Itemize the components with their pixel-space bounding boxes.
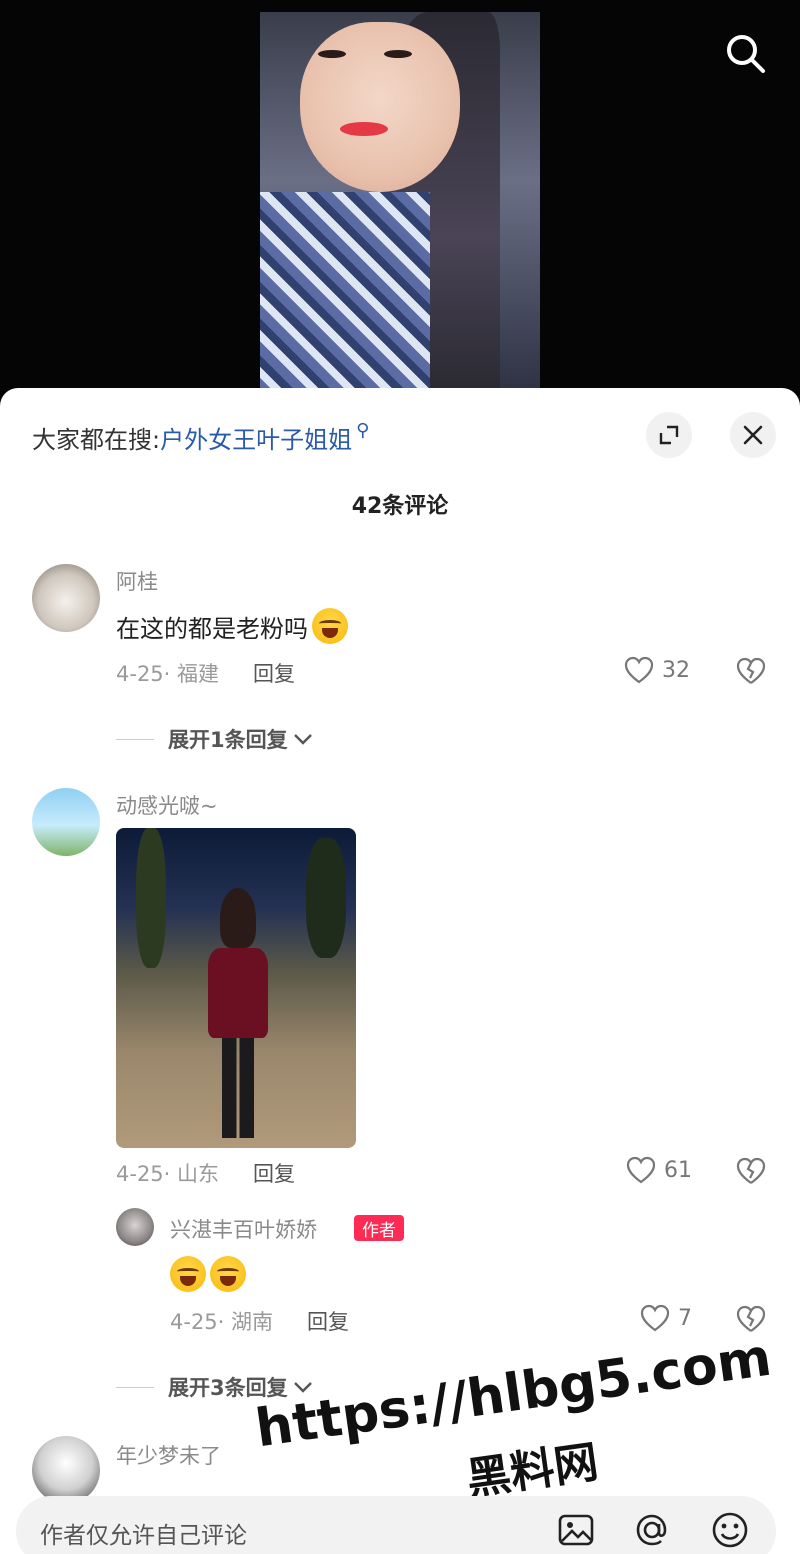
crying-laughing-emoji-icon — [210, 1256, 246, 1292]
video-frame — [260, 12, 540, 388]
heart-icon — [624, 656, 654, 684]
reply-text — [170, 1254, 246, 1294]
expand-replies[interactable]: 展开1条回复 — [116, 724, 314, 754]
emoji-icon[interactable] — [710, 1510, 750, 1550]
reply-username[interactable]: 兴湛丰百叶娇娇 — [170, 1214, 317, 1244]
expand-button[interactable] — [646, 412, 692, 458]
comment-username[interactable]: 动感光啵~ — [116, 790, 218, 820]
trending-keyword[interactable]: 户外女王叶子姐姐 — [160, 420, 352, 455]
comment-date-region: 4-25· 山东 — [116, 1162, 220, 1186]
comment-count: 42条评论 — [351, 494, 449, 519]
broken-heart-icon — [736, 657, 766, 684]
heart-icon — [626, 1156, 656, 1184]
reply-button[interactable]: 回复 — [253, 658, 295, 688]
broken-heart-icon — [736, 1157, 766, 1184]
comment-date-region: 4-25· 福建 — [116, 662, 220, 686]
comment-username[interactable]: 阿桂 — [116, 566, 158, 596]
crying-laughing-emoji-icon — [170, 1256, 206, 1292]
dislike-button[interactable] — [736, 1156, 766, 1190]
expand-replies-label: 展开1条回复 — [168, 728, 288, 752]
dislike-button[interactable] — [736, 656, 766, 690]
heart-icon — [640, 1304, 670, 1332]
like-count: 7 — [678, 1305, 692, 1331]
reply-date-region: 4-25· 湖南 — [170, 1310, 274, 1334]
like-count: 32 — [662, 657, 690, 683]
video-player[interactable] — [0, 0, 800, 400]
avatar[interactable] — [32, 1436, 100, 1504]
reply-button[interactable]: 回复 — [253, 1158, 295, 1188]
close-button[interactable] — [730, 412, 776, 458]
avatar[interactable] — [116, 1208, 154, 1246]
watermark: https://hlbg5.com 黑料网 — [252, 1328, 775, 1512]
like-count: 61 — [664, 1157, 692, 1183]
search-small-icon: ⚲ — [356, 420, 370, 441]
trending-prefix: 大家都在搜: — [32, 425, 161, 454]
comment-meta: 4-25· 山东 回复 — [116, 1158, 295, 1188]
like-button[interactable]: 61 — [626, 1156, 692, 1184]
trending-search[interactable]: 大家都在搜: 户外女王叶子姐姐 ⚲ — [32, 418, 369, 456]
crying-laughing-emoji-icon — [312, 608, 348, 644]
comment-text: 在这的都是老粉吗 — [116, 606, 348, 646]
expand-icon — [659, 425, 679, 445]
reply-meta: 4-25· 湖南 回复 — [170, 1306, 349, 1336]
close-icon — [743, 425, 763, 445]
chevron-down-icon — [293, 734, 312, 745]
avatar[interactable] — [32, 788, 100, 856]
author-badge: 作者 — [354, 1215, 404, 1241]
comment-input-bar[interactable]: 作者仅允许自己评论 — [16, 1496, 776, 1554]
comment-image[interactable] — [116, 828, 356, 1148]
image-icon[interactable] — [556, 1510, 596, 1550]
avatar[interactable] — [32, 564, 100, 632]
comment-username[interactable]: 年少梦未了 — [116, 1440, 221, 1470]
search-icon[interactable] — [722, 30, 768, 76]
comment-meta: 4-25· 福建 回复 — [116, 658, 295, 688]
mention-icon[interactable] — [632, 1510, 672, 1550]
comment-text-content: 在这的都是老粉吗 — [116, 614, 308, 643]
comment-input-placeholder: 作者仅允许自己评论 — [40, 1523, 247, 1549]
like-button[interactable]: 7 — [640, 1304, 692, 1332]
like-button[interactable]: 32 — [624, 656, 690, 684]
reply-button[interactable]: 回复 — [307, 1306, 349, 1336]
